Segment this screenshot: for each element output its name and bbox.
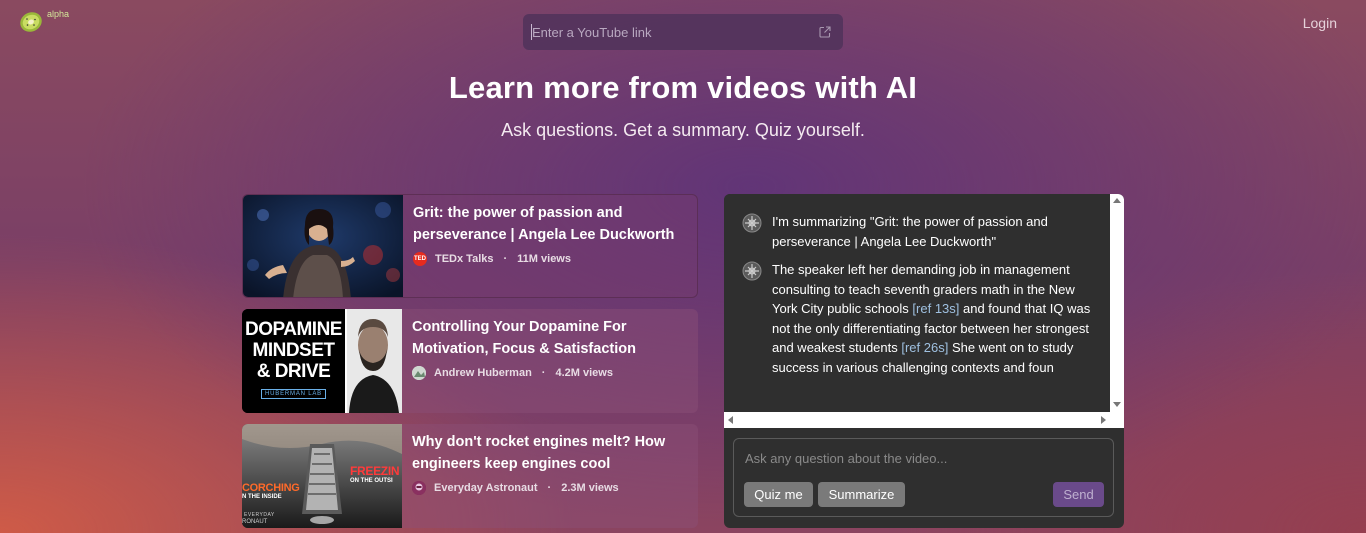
thumbnail-line: DOPAMINE — [245, 319, 342, 340]
video-thumbnail[interactable]: DOPAMINE MINDSET & DRIVE HUBERMAN LAB — [242, 309, 402, 413]
video-title[interactable]: Controlling Your Dopamine For Motivation… — [412, 316, 688, 360]
question-input[interactable] — [745, 449, 1100, 467]
question-composer: Quiz me Summarize Send — [733, 438, 1114, 517]
login-link[interactable]: Login — [1303, 15, 1337, 31]
quiz-me-button[interactable]: Quiz me — [744, 482, 813, 507]
hero-title: Learn more from videos with AI — [448, 70, 918, 105]
huberman-channel-icon — [412, 366, 426, 380]
alpha-badge: alpha — [47, 9, 70, 19]
ted-channel-icon: TED — [413, 252, 427, 266]
chat-messages: I'm summarizing "Grit: the power of pass… — [724, 194, 1110, 412]
separator-dot: · — [541, 367, 546, 379]
chat-message-text: I'm summarizing "Grit: the power of pass… — [772, 214, 1048, 249]
timestamp-ref-link[interactable]: [ref 13s] — [912, 301, 959, 316]
scroll-left-arrow-icon[interactable] — [728, 416, 733, 424]
chat-message: The speaker left her demanding job in ma… — [742, 260, 1094, 377]
video-card-grit[interactable]: Grit: the power of passion and persevera… — [242, 194, 698, 298]
thumbnail-text: FREEZIN — [350, 464, 400, 478]
hero-subtitle: Ask questions. Get a summary. Quiz yours… — [501, 120, 865, 140]
thumbnail-text: CORCHING — [242, 482, 300, 494]
thumbnail-text: ON THE OUTSI — [350, 478, 393, 484]
video-card-rocket[interactable]: CORCHING N THE INSIDE FREEZIN ON THE OUT… — [242, 424, 698, 528]
speaker-thumbnail-image — [243, 195, 403, 297]
video-thumbnail[interactable] — [243, 195, 403, 297]
channel-name[interactable]: Andrew Huberman — [434, 367, 532, 379]
ai-assistant-icon — [742, 213, 762, 233]
ai-assistant-icon — [742, 261, 762, 281]
thumbnail-line: & DRIVE — [256, 361, 331, 382]
scroll-up-arrow-icon[interactable] — [1113, 198, 1121, 203]
thumbnail-tag: HUBERMAN LAB — [261, 389, 326, 399]
thumbnail-brand: RONAUT — [242, 519, 268, 525]
view-count: 4.2M views — [555, 367, 613, 379]
summarize-button[interactable]: Summarize — [818, 482, 905, 507]
thumbnail-brand: EVERYDAY — [244, 512, 275, 518]
host-portrait-image — [345, 309, 402, 413]
view-count: 11M views — [517, 253, 571, 265]
everyday-astronaut-channel-icon — [412, 481, 426, 495]
scroll-right-arrow-icon[interactable] — [1101, 416, 1106, 424]
horizontal-scrollbar[interactable] — [724, 412, 1110, 428]
separator-dot: · — [547, 482, 552, 494]
chat-scroll-area[interactable]: I'm summarizing "Grit: the power of pass… — [724, 194, 1124, 428]
thumbnail-text: N THE INSIDE — [242, 494, 282, 500]
separator-dot: · — [503, 253, 508, 265]
timestamp-ref-link[interactable]: [ref 26s] — [901, 340, 948, 355]
view-count: 2.3M views — [561, 482, 619, 494]
thumbnail-text-panel: DOPAMINE MINDSET & DRIVE HUBERMAN LAB — [242, 309, 345, 413]
channel-name[interactable]: TEDx Talks — [435, 253, 494, 265]
video-title[interactable]: Grit: the power of passion and persevera… — [413, 202, 687, 246]
thumbnail-line: MINDSET — [252, 340, 336, 361]
video-card-dopamine[interactable]: DOPAMINE MINDSET & DRIVE HUBERMAN LAB Co… — [242, 309, 698, 413]
chat-panel: I'm summarizing "Grit: the power of pass… — [724, 194, 1124, 528]
send-button[interactable]: Send — [1053, 482, 1104, 507]
chat-message-text: The speaker left her demanding job in ma… — [772, 260, 1094, 377]
video-thumbnail[interactable]: CORCHING N THE INSIDE FREEZIN ON THE OUT… — [242, 424, 402, 528]
youtube-link-input[interactable] — [531, 24, 819, 40]
scrollbar-corner — [1110, 412, 1124, 428]
video-title[interactable]: Why don't rocket engines melt? How engin… — [412, 431, 688, 475]
scroll-down-arrow-icon[interactable] — [1113, 402, 1121, 407]
video-list: Grit: the power of passion and persevera… — [242, 194, 698, 533]
brand-logo[interactable]: alpha — [19, 8, 69, 34]
external-link-icon[interactable] — [819, 26, 831, 38]
chat-message: I'm summarizing "Grit: the power of pass… — [742, 212, 1094, 251]
channel-name[interactable]: Everyday Astronaut — [434, 482, 538, 494]
kiwi-logo-icon — [20, 12, 42, 32]
vertical-scrollbar[interactable] — [1110, 194, 1124, 412]
youtube-link-search[interactable] — [523, 14, 843, 50]
